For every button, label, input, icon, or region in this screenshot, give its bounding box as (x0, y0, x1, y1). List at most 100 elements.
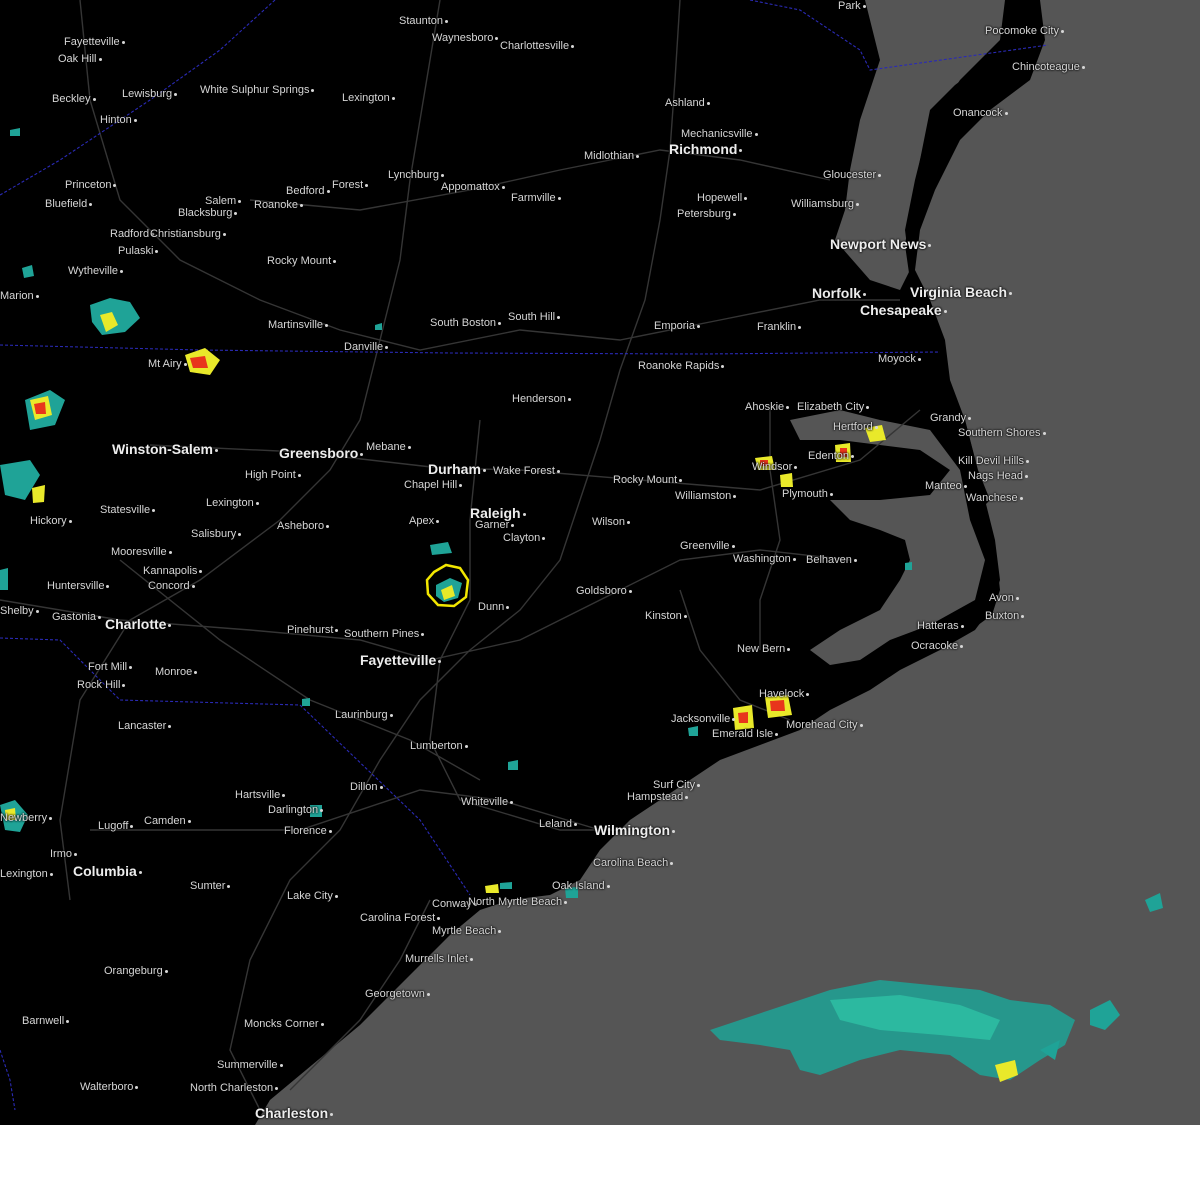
city-name: Carolina Beach (593, 857, 669, 869)
city-label: Carolina Forest (360, 912, 442, 924)
city-label: Farmville (511, 192, 563, 204)
bottom-blank-area (0, 1125, 1200, 1200)
city-dot-icon (335, 628, 339, 632)
city-name: Virginia Beach (910, 284, 1008, 300)
city-name: Princeton (65, 179, 112, 191)
city-name: Moyock (878, 353, 916, 365)
city-label: Wilson (592, 516, 632, 528)
city-label: Shelby (0, 605, 41, 617)
city-label: Oak Island (552, 880, 612, 892)
city-name: Bedford (286, 185, 325, 197)
city-dot-icon (199, 569, 203, 573)
city-dot-icon (706, 101, 710, 105)
city-name: North Charleston (190, 1082, 274, 1094)
city-name: Waynesboro (432, 32, 494, 44)
city-dot-icon (194, 670, 198, 674)
city-label: Greensboro (279, 445, 365, 461)
city-label: New Bern (737, 643, 792, 655)
city-dot-icon (238, 532, 242, 536)
city-name: Ahoskie (745, 401, 785, 413)
city-label: Grandy (930, 412, 973, 424)
city-dot-icon (850, 454, 854, 458)
city-name: Chapel Hill (404, 479, 458, 491)
city-dot-icon (168, 623, 172, 627)
city-label: Buxton (985, 610, 1026, 622)
city-label: Leland (539, 818, 579, 830)
city-label: Asheboro (277, 520, 331, 532)
city-dot-icon (311, 88, 315, 92)
city-name: Darlington (268, 804, 319, 816)
city-label: Ashland (665, 97, 712, 109)
city-dot-icon (557, 196, 561, 200)
city-label: Washington (733, 553, 798, 565)
city-name: Laurinburg (335, 709, 388, 721)
city-label: Belhaven (806, 554, 859, 566)
city-name: Kinston (645, 610, 682, 622)
city-dot-icon (564, 900, 568, 904)
city-label: Winston-Salem (112, 441, 220, 457)
city-label: Myrtle Beach (432, 925, 503, 937)
city-label: Princeton (65, 179, 118, 191)
city-name: Hampstead (627, 791, 684, 803)
city-label: Charlottesville (500, 40, 576, 52)
city-label: Salem (205, 195, 243, 207)
city-label: Irmo (50, 848, 79, 860)
radar-map[interactable]: Staunton Waynesboro Charlottesville Fayette… (0, 0, 1200, 1125)
city-dot-icon (672, 829, 676, 833)
city-label: Newport News (830, 236, 933, 252)
city-label: Georgetown (365, 988, 432, 1000)
city-name: Kill Devil Hills (958, 455, 1025, 467)
city-dot-icon (1060, 29, 1064, 33)
city-label: Carolina Beach (593, 857, 675, 869)
city-name: Nags Head (968, 470, 1024, 482)
city-dot-icon (683, 614, 687, 618)
city-name: Charlottesville (500, 40, 570, 52)
city-dot-icon (696, 324, 700, 328)
city-name: Radford (110, 228, 150, 240)
city-name: Garner (475, 519, 510, 531)
city-label: Whiteville (461, 796, 515, 808)
city-dot-icon (113, 183, 117, 187)
city-label: Laurinburg (335, 709, 395, 721)
city-dot-icon (510, 800, 514, 804)
city-label: Pinehurst (287, 624, 340, 636)
city-name: Fort Mill (88, 661, 128, 673)
city-name: Southern Shores (958, 427, 1041, 439)
city-dot-icon (330, 1112, 334, 1116)
radar-offshore-band (710, 893, 1163, 1082)
city-dot-icon (627, 520, 631, 524)
city-dot-icon (389, 713, 393, 717)
city-label: Fayetteville (360, 652, 443, 668)
city-dot-icon (385, 345, 389, 349)
city-dot-icon (168, 724, 172, 728)
city-dot-icon (191, 584, 195, 588)
city-label: Moncks Corner (244, 1018, 326, 1030)
city-label: Lake City (287, 890, 340, 902)
city-label: Darlington (268, 804, 325, 816)
city-name: Rocky Mount (267, 255, 332, 267)
city-name: Fayetteville (64, 36, 120, 48)
city-dot-icon (333, 259, 337, 263)
city-label: Gastonia (52, 611, 103, 623)
city-name: Irmo (50, 848, 72, 860)
city-dot-icon (511, 523, 515, 527)
city-dot-icon (49, 816, 53, 820)
city-label: Chincoteague (1012, 61, 1087, 73)
city-name: Moncks Corner (244, 1018, 319, 1030)
city-label: North Myrtle Beach (468, 896, 569, 908)
city-label: Mt Airy (148, 358, 189, 370)
city-dot-icon (855, 202, 859, 206)
city-dot-icon (775, 732, 779, 736)
city-dot-icon (445, 19, 449, 23)
city-name: Huntersville (47, 580, 105, 592)
city-dot-icon (421, 632, 425, 636)
city-dot-icon (859, 723, 863, 727)
city-name: Mechanicsville (681, 128, 753, 140)
city-label: Wanchese (966, 492, 1025, 504)
city-name: Charleston (255, 1105, 329, 1121)
city-name: Columbia (73, 863, 137, 879)
city-name: Barnwell (22, 1015, 65, 1027)
city-dot-icon (469, 957, 473, 961)
city-name: Rock Hill (77, 679, 121, 691)
city-label: Summerville (217, 1059, 285, 1071)
